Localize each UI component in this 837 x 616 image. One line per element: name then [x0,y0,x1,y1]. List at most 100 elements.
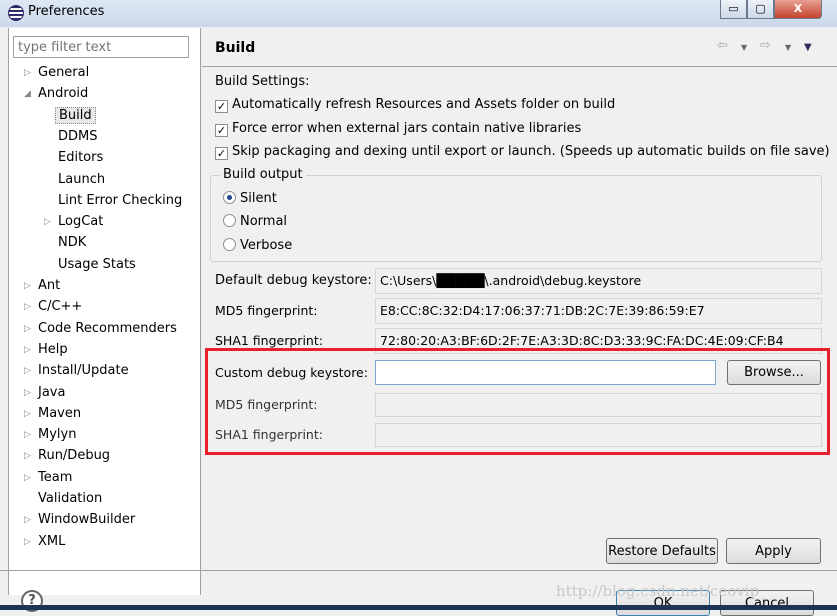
radio-option[interactable]: Silent [223,189,277,209]
expand-arrow-icon[interactable]: ▷ [24,532,31,552]
checkbox-label: Automatically refresh Resources and Asse… [232,97,616,112]
tree-item-label: Code Recommenders [38,320,177,336]
expand-arrow-icon[interactable]: ▷ [24,297,31,317]
minimize-button[interactable]: ▭ [720,0,747,19]
tree-item-label: Validation [38,491,103,506]
expand-arrow-icon[interactable]: ▷ [24,361,31,381]
tree-item-label: WindowBuilder [38,512,136,528]
tree-item-label: DDMS [58,128,98,144]
checkbox-option[interactable]: ✓ Automatically refresh Resources and Ass… [215,95,615,115]
expand-arrow-icon[interactable]: ▷ [24,319,31,339]
default-keystore-field: C:\Users\█████\.android\debug.keystore [375,268,822,294]
expand-arrow-icon[interactable]: ▷ [24,468,31,488]
custom-keystore-input[interactable] [375,360,716,385]
default-sha1-label: SHA1 fingerprint: [215,333,323,348]
watermark: http://blog.csdn.net/ceovip [556,582,760,600]
forward-icon[interactable]: ⇨ [760,38,771,53]
expand-arrow-icon[interactable]: ▷ [24,425,31,445]
expand-arrow-icon[interactable]: ▷ [44,212,51,232]
expanded-arrow-icon[interactable]: ◢ [24,84,31,104]
browse-button[interactable]: Browse... [727,360,821,385]
tree-item-label: Launch [58,171,106,187]
tree-item-label: Usage Stats [58,256,136,272]
apply-button[interactable]: Apply [726,538,821,564]
tree-item-label: XML [38,533,66,549]
checkbox[interactable]: ✓ [215,147,228,160]
tree-item[interactable]: DDMS [58,127,98,147]
tree-item[interactable]: Lint Error Checking [58,191,182,211]
tree-item-label: General [38,65,90,80]
page-title: Build [215,40,256,56]
tree-item[interactable]: ▷ Team [24,468,73,488]
tree-item[interactable]: ▷ Code Recommenders [24,319,177,339]
tree-item-label: Editors [58,150,104,166]
tree-item[interactable]: NDK [58,233,86,253]
expand-arrow-icon[interactable]: ▷ [24,404,31,424]
tree-item[interactable]: ▷ Maven [24,404,81,424]
tree-item[interactable]: Validation [38,489,102,509]
tree-item[interactable]: Launch [58,170,105,190]
view-menu-icon[interactable]: ▼ [804,42,812,53]
expand-arrow-icon[interactable]: ▷ [24,383,31,403]
restore-defaults-button[interactable]: Restore Defaults [606,538,718,564]
back-icon[interactable]: ⇦ [717,38,728,53]
radio-option[interactable]: Verbose [223,236,292,256]
build-output-group [210,175,822,262]
radio-button[interactable] [223,191,236,204]
tree-item-label: C/C++ [38,299,83,315]
tree-item-label: Ant [38,278,61,293]
tree-item-label: Team [38,469,73,485]
tree-item[interactable]: ▷ Ant [24,276,61,296]
tree-item[interactable]: ◢ Android [24,84,88,104]
maximize-button[interactable]: ▢ [747,0,774,19]
expand-arrow-icon[interactable]: ▷ [24,510,31,530]
back-menu-icon[interactable]: ▼ [741,43,747,52]
forward-menu-icon[interactable]: ▼ [785,43,791,52]
custom-sha1-field [375,423,822,447]
radio-option[interactable]: Normal [223,212,287,232]
tree-item[interactable]: Build [55,106,96,126]
checkbox[interactable]: ✓ [215,100,228,113]
default-md5-label: MD5 fingerprint: [215,303,318,318]
radio-button[interactable] [223,214,236,228]
checkbox-option[interactable]: ✓ Force error when external jars contain … [215,119,581,139]
tree-item-label: Run/Debug [38,448,111,464]
tree-item[interactable]: ▷ WindowBuilder [24,510,136,530]
tree-item[interactable]: Editors [58,148,103,168]
expand-arrow-icon[interactable]: ▷ [24,340,31,360]
checkbox-option[interactable]: ✓ Skip packaging and dexing until export … [215,142,830,162]
taskbar [0,605,837,610]
default-md5-field: E8:CC:8C:32:D4:17:06:37:71:DB:2C:7E:39:8… [375,298,822,324]
build-settings-label: Build Settings: [215,74,310,89]
tree-item[interactable]: ▷ Java [24,383,66,403]
radio-button[interactable] [223,237,236,251]
tree-item-label: Mylyn [38,427,77,443]
custom-keystore-label: Custom debug keystore: [215,365,368,380]
custom-md5-field [375,393,822,417]
checkbox-label: Skip packaging and dexing until export o… [232,144,830,159]
radio-label: Silent [240,191,277,206]
checkbox-label: Force error when external jars contain n… [232,120,582,136]
build-output-label: Build output [220,167,306,182]
tree-item[interactable]: ▷ Install/Update [24,361,129,381]
tree-item[interactable]: ▷ Help [24,340,68,360]
filter-input[interactable] [13,36,189,58]
expand-arrow-icon[interactable]: ▷ [24,276,31,296]
eclipse-icon [8,5,24,21]
expand-arrow-icon[interactable]: ▷ [24,446,31,466]
expand-arrow-icon[interactable]: ▷ [24,63,31,83]
tree-item[interactable]: ▷ XML [24,532,66,552]
footer-divider [0,570,837,571]
tree-item-label: Lint Error Checking [58,192,183,208]
tree-item[interactable]: Usage Stats [58,255,136,275]
tree-item[interactable]: ▷ General [24,63,90,83]
tree-item-label: LogCat [58,214,104,230]
tree-item[interactable]: ▷ C/C++ [24,297,83,317]
tree-item[interactable]: ▷ Mylyn [24,425,77,445]
tree-item[interactable]: ▷ Run/Debug [24,446,111,466]
tree-item-label: Java [38,384,66,400]
radio-label: Verbose [240,237,293,253]
tree-item[interactable]: ▷ LogCat [44,212,104,232]
checkbox[interactable]: ✓ [215,123,228,137]
close-button[interactable]: X [774,0,822,19]
